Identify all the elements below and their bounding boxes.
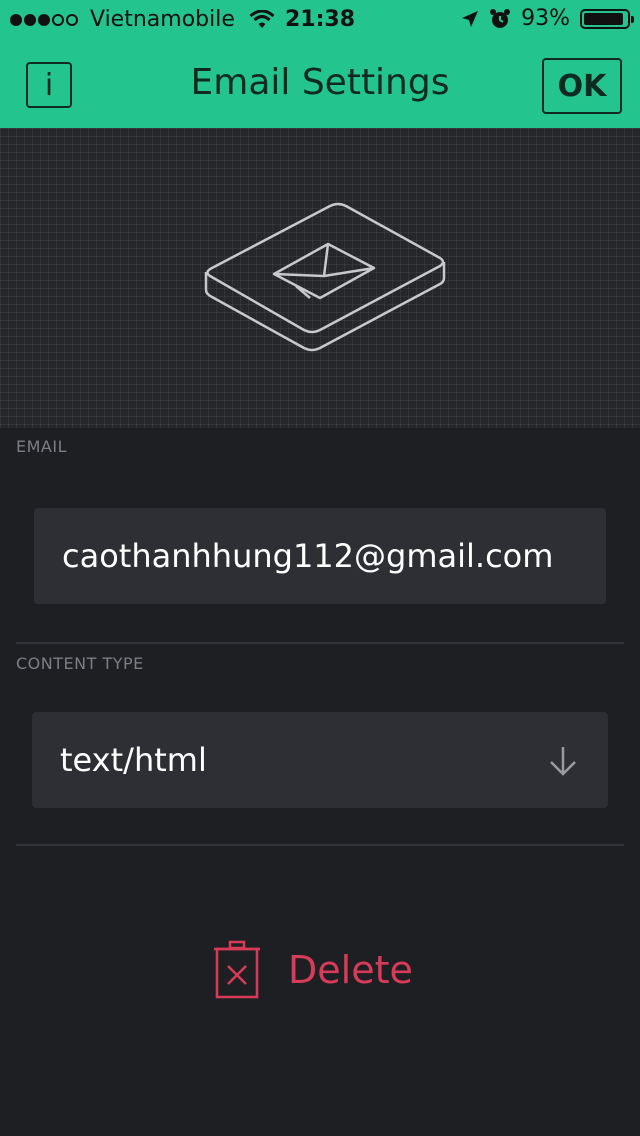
ok-button[interactable]: OK: [542, 58, 622, 114]
divider: [16, 844, 624, 846]
divider: [16, 642, 624, 644]
email-value: caothanhhung112@gmail.com: [62, 537, 554, 575]
header: i Email Settings OK: [0, 40, 640, 128]
widget-preview: [0, 128, 640, 428]
delete-button[interactable]: Delete: [212, 940, 413, 1000]
battery-percent: 93%: [521, 6, 570, 31]
content-type-value: text/html: [60, 741, 207, 779]
trash-icon: [214, 940, 260, 999]
status-bar: Vietnamobile 21:38 93%: [0, 0, 640, 40]
content-type-dropdown[interactable]: text/html: [32, 712, 608, 808]
battery-fill: [584, 12, 623, 25]
email-field[interactable]: caothanhhung112@gmail.com: [34, 508, 606, 604]
battery-icon: [580, 8, 634, 29]
top-bar: Vietnamobile 21:38 93% i Email Settings …: [0, 0, 640, 128]
location-arrow-icon: [462, 10, 479, 27]
alarm-clock-icon: [490, 8, 511, 28]
delete-label: Delete: [288, 948, 413, 992]
content-type-label: CONTENT TYPE: [16, 654, 144, 673]
email-label: EMAIL: [16, 437, 67, 456]
email-widget-icon: [204, 202, 446, 352]
arrow-down-icon: [550, 747, 576, 776]
